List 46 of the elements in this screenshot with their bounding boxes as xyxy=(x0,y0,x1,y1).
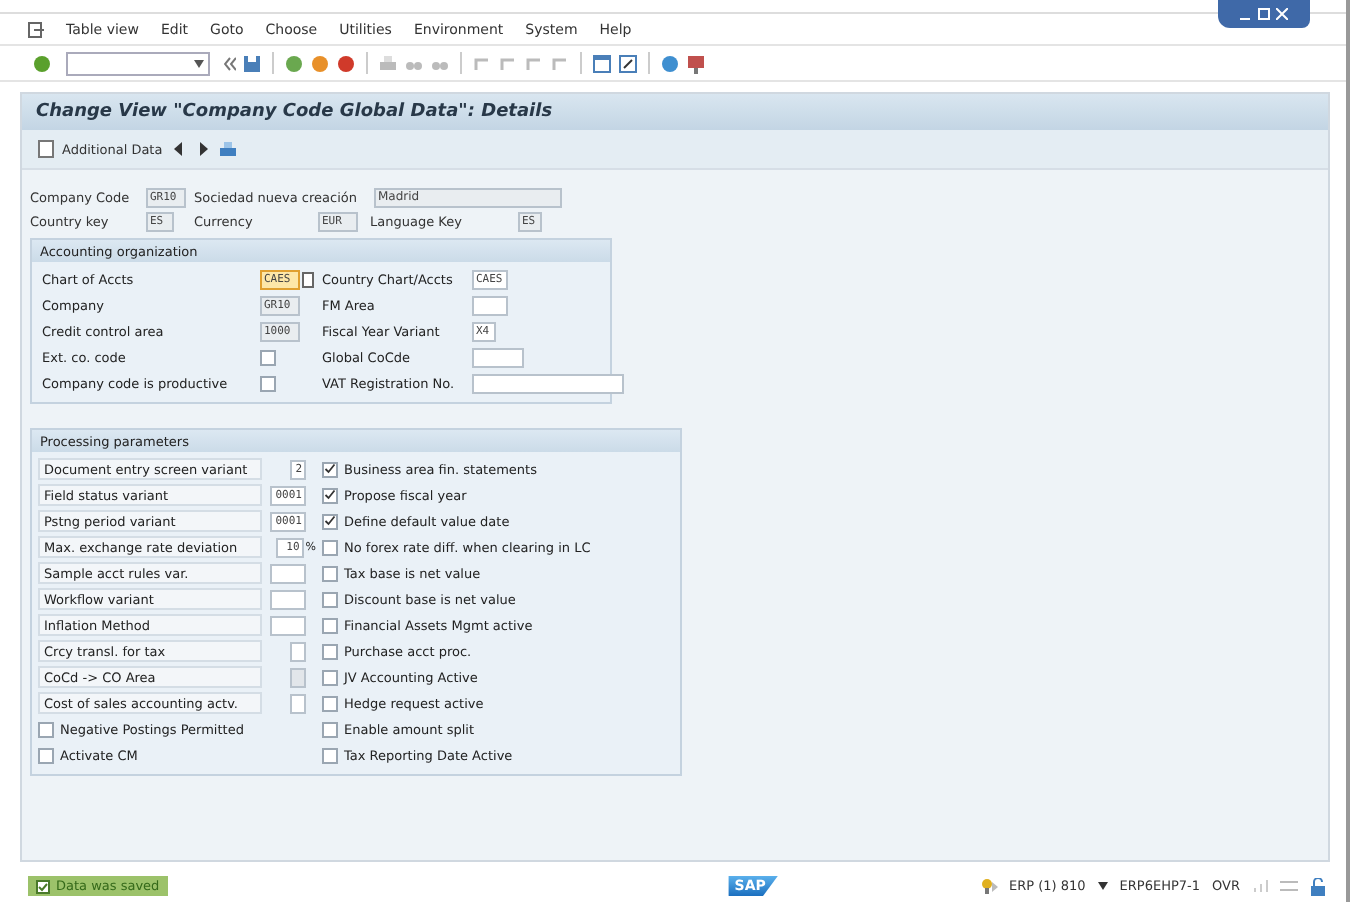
dropdown-caret-icon xyxy=(194,59,204,67)
signal-icon xyxy=(1251,878,1268,894)
input-field[interactable] xyxy=(270,589,306,609)
print-icon[interactable] xyxy=(218,139,239,159)
checkbox[interactable] xyxy=(322,617,338,633)
menu-icon[interactable] xyxy=(28,21,44,37)
input-field[interactable] xyxy=(290,641,306,661)
input-field[interactable] xyxy=(270,563,306,583)
previous-icon[interactable] xyxy=(174,142,185,156)
shortcut-icon[interactable] xyxy=(618,53,638,73)
collapse-icon[interactable] xyxy=(224,55,236,71)
input-field[interactable] xyxy=(270,615,306,635)
checkbox[interactable] xyxy=(38,721,54,737)
checkbox[interactable] xyxy=(322,643,338,659)
new-session-icon[interactable] xyxy=(592,53,612,73)
input-field[interactable] xyxy=(472,295,508,315)
checkbox[interactable] xyxy=(322,591,338,607)
next-icon[interactable] xyxy=(200,142,211,156)
checkbox[interactable] xyxy=(322,721,338,737)
checkbox[interactable] xyxy=(38,747,54,763)
dropdown-caret-icon[interactable] xyxy=(1097,882,1108,890)
command-field[interactable] xyxy=(66,51,210,75)
input-field[interactable] xyxy=(472,347,524,367)
checkbox[interactable] xyxy=(322,539,338,555)
lightbulb-icon[interactable] xyxy=(979,877,997,895)
checkbox[interactable] xyxy=(322,669,338,685)
lock-icon[interactable] xyxy=(1309,877,1326,895)
maximize-icon[interactable] xyxy=(1258,8,1270,20)
value-help-icon[interactable] xyxy=(302,271,314,287)
checkbox[interactable] xyxy=(322,487,338,503)
window-controls[interactable] xyxy=(1218,0,1310,28)
checkbox[interactable] xyxy=(322,513,338,529)
input-field[interactable] xyxy=(290,693,306,713)
checkbox[interactable] xyxy=(322,565,338,581)
input-field[interactable] xyxy=(472,373,624,393)
screen-title: Change View "Company Code Global Data": Details xyxy=(36,102,553,122)
checkbox[interactable] xyxy=(322,747,338,763)
print-icon[interactable] xyxy=(378,53,398,73)
success-icon xyxy=(36,879,50,893)
checkbox[interactable] xyxy=(322,461,338,477)
close-icon[interactable] xyxy=(1276,8,1288,20)
document-icon xyxy=(38,140,54,158)
checkbox[interactable] xyxy=(322,695,338,711)
checkbox[interactable] xyxy=(260,375,276,391)
checkbox[interactable] xyxy=(260,349,276,365)
save-icon[interactable] xyxy=(242,53,262,73)
